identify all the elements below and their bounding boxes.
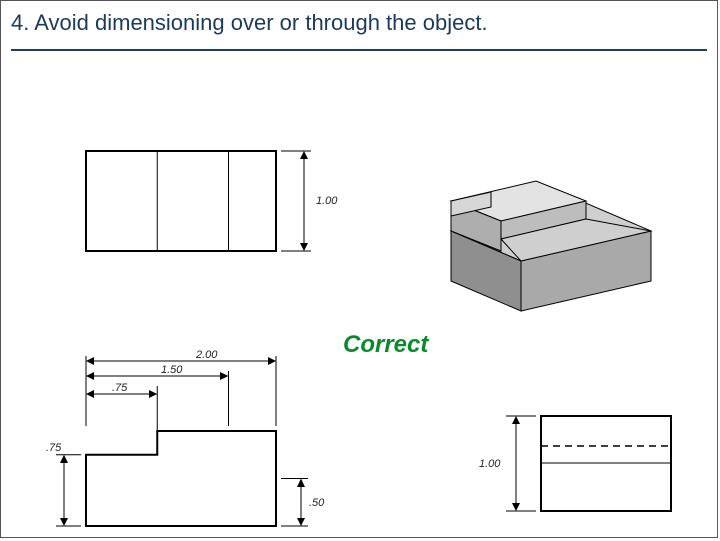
label-correct: Correct xyxy=(343,331,428,359)
slide-frame: 4. Avoid dimensioning over or through th… xyxy=(0,0,718,538)
front-view: .75 1.50 2.00 .75 .50 xyxy=(46,321,346,541)
dim-top-height: 1.00 xyxy=(316,195,338,207)
top-view: 1.00 xyxy=(76,141,346,271)
dim-w-small: .75 xyxy=(112,382,128,394)
iso-view xyxy=(421,141,671,321)
side-view: 1.00 xyxy=(471,391,691,541)
heading-underline xyxy=(11,49,707,51)
dim-h-bot: .50 xyxy=(309,497,325,509)
rule-heading: 4. Avoid dimensioning over or through th… xyxy=(11,9,488,37)
dim-h-step: .75 xyxy=(46,442,62,454)
dim-w-mid: 1.50 xyxy=(161,364,183,376)
dim-side-h: 1.00 xyxy=(479,458,501,470)
dim-w-total: 2.00 xyxy=(195,349,218,361)
